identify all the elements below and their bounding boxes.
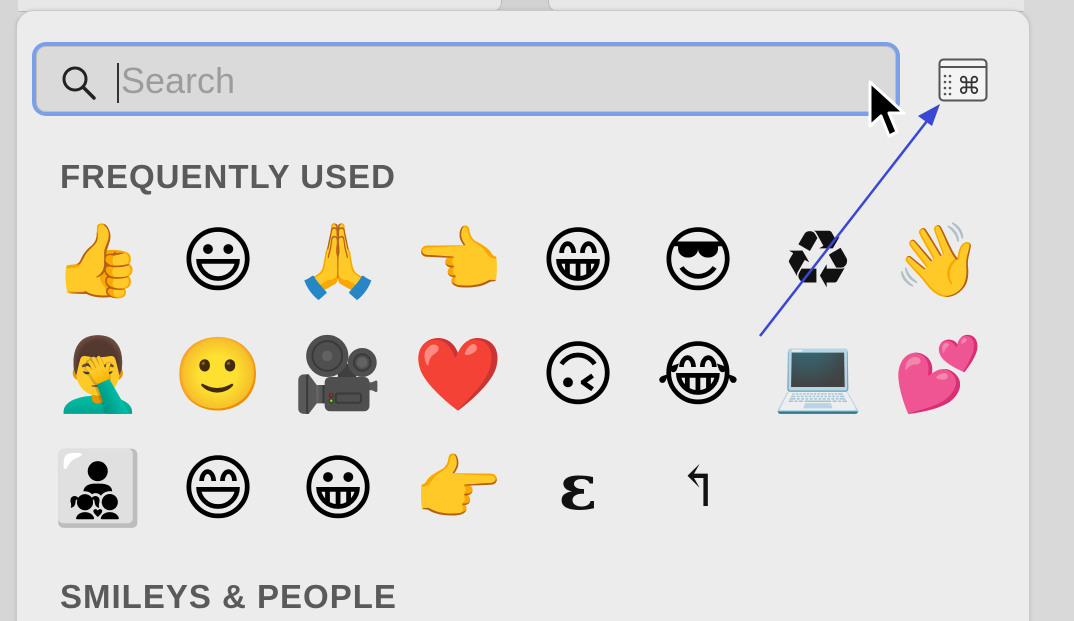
glyph-latin-open-e[interactable]: ɛ — [524, 434, 632, 542]
emoji-laptop[interactable]: 💻 — [764, 320, 872, 428]
emoji-recycling-symbol[interactable]: ♻ — [764, 206, 872, 314]
search-field[interactable] — [32, 42, 900, 116]
emoji-sunglasses-face[interactable]: 😎 — [644, 206, 752, 314]
emoji-slightly-smiling-face[interactable]: 🙂 — [164, 320, 272, 428]
search-field-inner[interactable] — [36, 46, 896, 112]
emoji-grinning-big-eyes[interactable]: 😃 — [164, 206, 272, 314]
emoji-family[interactable]: 👨‍👧‍👦 — [44, 434, 152, 542]
emoji-waving-hand[interactable]: 👋 — [884, 206, 992, 314]
emoji-two-hearts[interactable]: 💕 — [884, 320, 992, 428]
screen: ⌘ FREQUENTLY USED 👍 😃 🙏 👈 😁 😎 ♻ 👋 🤦‍♂️ 🙂… — [0, 0, 1074, 621]
emoji-backhand-pointing-right[interactable]: 👉 — [404, 434, 512, 542]
search-icon — [62, 66, 96, 100]
section-title-frequently-used: FREQUENTLY USED — [60, 158, 396, 195]
command-grid-icon[interactable]: ⌘ — [938, 58, 988, 102]
svg-text:⌘: ⌘ — [957, 72, 981, 100]
emoji-movie-camera[interactable]: 🎥 — [284, 320, 392, 428]
search-input[interactable] — [121, 53, 881, 109]
emoji-grinning-smiling-eyes[interactable]: 😄 — [164, 434, 272, 542]
emoji-thumbs-up[interactable]: 👍 — [44, 206, 152, 314]
emoji-beaming-face[interactable]: 😁 — [524, 206, 632, 314]
emoji-backhand-pointing-left[interactable]: 👈 — [404, 206, 512, 314]
glyph-upwards-arrow-tip-left[interactable]: ↰ — [644, 434, 752, 542]
emoji-tears-of-joy[interactable]: 😂 — [644, 320, 752, 428]
emoji-man-facepalming[interactable]: 🤦‍♂️ — [44, 320, 152, 428]
section-title-smileys-people: SMILEYS & PEOPLE — [60, 578, 397, 615]
emoji-folded-hands[interactable]: 🙏 — [284, 206, 392, 314]
background-window-right — [1024, 0, 1074, 621]
emoji-upside-down-face[interactable]: 🙃 — [524, 320, 632, 428]
text-caret — [117, 63, 119, 103]
emoji-grinning-face[interactable]: 😀 — [284, 434, 392, 542]
emoji-red-heart[interactable]: ❤️ — [404, 320, 512, 428]
